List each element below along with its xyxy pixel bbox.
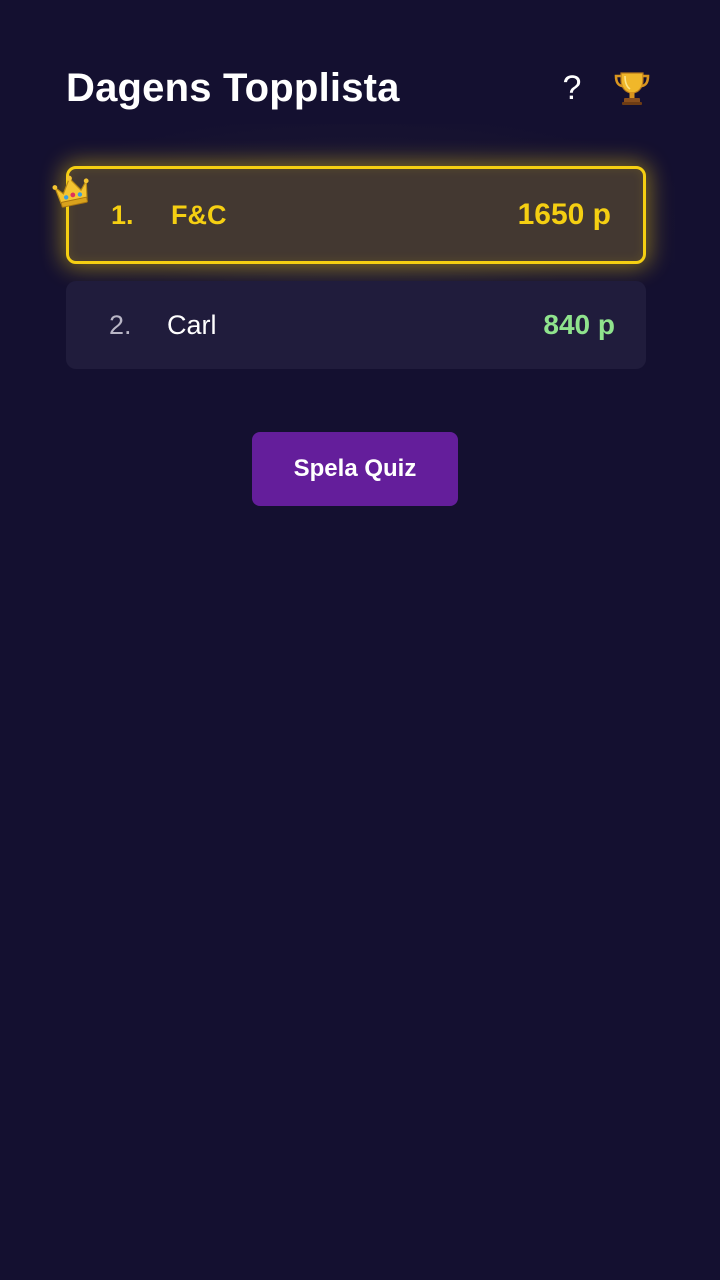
rank-label: 1.	[111, 199, 134, 230]
header-actions: ?	[552, 66, 654, 110]
play-quiz-button[interactable]: Spela Quiz	[252, 432, 458, 506]
trophy-icon[interactable]	[610, 66, 654, 110]
help-button[interactable]: ?	[552, 71, 592, 105]
leaderboard-screen: Dagens Topplista ? 1. F&C 1650 p 2. Carl…	[0, 0, 720, 1280]
player-name: F&C	[171, 199, 227, 230]
rank-label: 2.	[109, 309, 132, 340]
page-title: Dagens Topplista	[66, 65, 400, 110]
leaderboard-row-1[interactable]: 1. F&C 1650 p	[66, 166, 646, 264]
player-score: 1650 p	[517, 198, 611, 231]
player-score: 840 p	[543, 309, 615, 340]
player-name: Carl	[167, 309, 217, 340]
header: Dagens Topplista ?	[66, 60, 654, 116]
leaderboard: 1. F&C 1650 p 2. Carl 840 p	[45, 124, 675, 394]
leaderboard-row-2[interactable]: 2. Carl 840 p	[66, 281, 646, 369]
